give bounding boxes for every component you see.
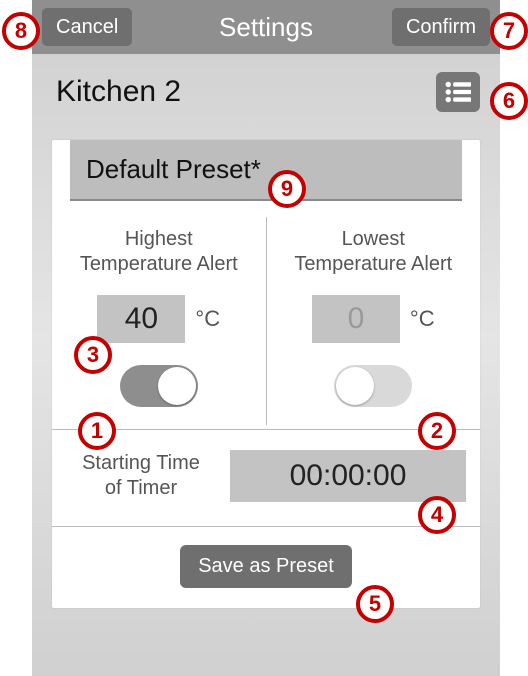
settings-panel: Default Preset* HighestTemperature Alert… [52,140,480,608]
callout-5: 5 [356,585,394,623]
save-as-preset-button[interactable]: Save as Preset [180,545,352,588]
callout-4: 4 [418,496,456,534]
preset-list-button[interactable] [436,72,480,112]
timer-value-input[interactable]: 00:00:00 [230,450,466,502]
callout-7: 7 [490,12,528,50]
high-temp-input[interactable]: 40 [97,295,185,343]
screen-title: Settings [219,12,313,43]
high-alert-label: HighestTemperature Alert [64,227,254,277]
preset-name-label[interactable]: Default Preset* [70,140,462,199]
divider [70,199,462,201]
callout-8: 8 [2,12,40,50]
high-alert-section: HighestTemperature Alert 40 °C [52,217,266,425]
cancel-button[interactable]: Cancel [42,8,132,46]
low-temp-unit: °C [410,306,435,332]
low-alert-toggle[interactable] [334,365,412,407]
confirm-button[interactable]: Confirm [392,8,490,46]
callout-2: 2 [418,412,456,450]
callout-3: 3 [74,336,112,374]
timer-label: Starting Timeof Timer [66,451,216,501]
device-name: Kitchen 2 [56,75,181,109]
callout-9: 9 [268,170,306,208]
low-alert-label: LowestTemperature Alert [279,227,469,277]
callout-1: 1 [78,412,116,450]
low-alert-section: LowestTemperature Alert 0 °C [266,217,481,425]
list-icon [445,81,471,103]
callout-6: 6 [490,82,528,120]
high-alert-toggle[interactable] [120,365,198,407]
high-temp-unit: °C [195,306,220,332]
low-temp-input[interactable]: 0 [312,295,400,343]
navbar: Cancel Settings Confirm [32,0,500,54]
